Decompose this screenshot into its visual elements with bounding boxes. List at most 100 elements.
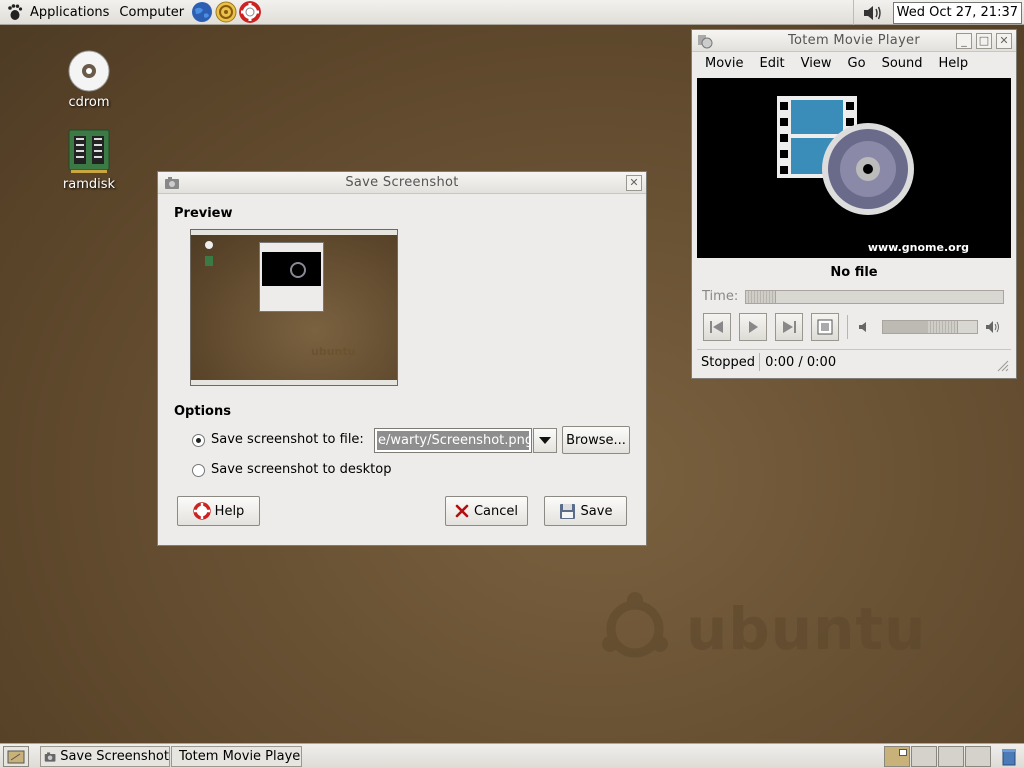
desktop-icon-ramdisk[interactable]: ramdisk [49,128,129,192]
task-totem[interactable]: Totem Movie Player [171,746,302,767]
cancel-button-label: Cancel [473,503,519,519]
workspace-3[interactable] [938,746,964,767]
seek-slider-thumb[interactable] [746,291,776,303]
save-to-desktop-label[interactable]: Save screenshot to desktop [211,462,392,477]
trash-icon [1002,749,1016,766]
workspace-2[interactable] [911,746,937,767]
ubuntu-wordmark: ubuntu [686,595,927,663]
trash-applet[interactable] [998,746,1020,767]
seek-slider[interactable] [745,290,1004,304]
workspace-window-thumbnail [899,749,907,756]
task-save-screenshot[interactable]: Save Screenshot [40,746,170,767]
browse-button-label: Browse... [566,432,626,448]
save-to-file-label[interactable]: Save screenshot to file: [211,432,364,447]
menu-go[interactable]: Go [840,54,874,76]
desktop-icon-label: ramdisk [62,177,116,192]
totem-titlebar[interactable]: Totem Movie Player _ □ ✕ [692,30,1016,52]
play-button[interactable] [739,313,767,341]
preview-video-area [262,252,321,286]
cdrom-icon [68,50,110,92]
task-label: Totem Movie Player [179,749,302,764]
gnome-url-caption: www.gnome.org [867,241,969,254]
previous-chapter-button[interactable] [703,313,731,341]
skip-back-icon [710,321,723,333]
browse-button[interactable]: Browse... [562,426,630,454]
workspace-4[interactable] [965,746,991,767]
preview-cdrom-icon [205,241,213,249]
help-button[interactable]: Help [177,496,260,526]
filename-history-dropdown[interactable] [533,428,557,453]
dialog-titlebar[interactable]: Save Screenshot ✕ [158,172,646,194]
computer-menu[interactable]: Computer [115,0,190,25]
maximize-button[interactable]: □ [976,33,992,49]
show-desktop-icon [7,750,25,763]
volume-applet[interactable] [852,0,893,25]
help-lifebuoy-icon [192,502,211,520]
screenshot-preview: ubuntu [190,229,398,386]
volume-slider[interactable] [882,320,978,334]
ubuntu-circle-of-friends-icon [602,592,668,658]
film-and-disc-logo-icon [777,96,914,215]
clock-applet[interactable]: Wed Oct 27, 21:37 [892,1,1022,24]
now-playing-label: No file [830,265,878,280]
filename-entry[interactable]: e/warty/Screenshot.png [374,428,532,453]
help-lifebuoy-icon[interactable] [239,1,262,23]
close-icon: ✕ [629,176,639,189]
menu-view[interactable]: View [793,54,840,76]
close-button[interactable]: ✕ [996,33,1012,49]
workspace-1[interactable] [884,746,910,767]
applications-menu[interactable]: Applications [0,0,115,25]
task-label: Save Screenshot [60,749,169,764]
video-area[interactable]: www.gnome.org [697,78,1011,258]
camera-icon [44,751,56,762]
toolbar-separator [847,315,848,339]
preview-totem-window [259,242,324,312]
save-button[interactable]: Save [544,496,627,526]
preview-heading: Preview [174,206,233,221]
desktop-icon-label: cdrom [68,95,110,110]
playback-status: Stopped [701,354,756,370]
close-button[interactable]: ✕ [626,175,642,191]
fullscreen-button[interactable] [811,313,839,341]
volume-low-icon [859,322,866,332]
top-panel: Applications Computer Wed Oct 27, 21:37 [0,0,1024,25]
resize-grip-icon[interactable] [995,358,1009,372]
filename-entry-text: e/warty/Screenshot.png [377,431,529,450]
browser-globe-icon[interactable] [191,1,213,23]
save-to-file-radio[interactable] [192,434,205,447]
help-button-label: Help [214,503,245,519]
gnome-foot-icon [8,4,23,20]
menu-movie[interactable]: Movie [697,54,751,76]
save-to-desktop-radio[interactable] [192,464,205,477]
evolution-mail-icon[interactable] [215,1,237,23]
show-desktop-button[interactable] [3,746,29,767]
cancel-x-icon [455,504,469,518]
preview-ramdisk-icon [205,256,213,266]
save-button-label: Save [580,503,613,519]
computer-menu-label: Computer [119,4,185,20]
volume-slider-thumb[interactable] [928,321,958,333]
ramdisk-chip-icon [68,129,110,173]
close-icon: ✕ [999,34,1009,47]
speaker-icon [864,5,881,20]
applications-menu-label: Applications [30,4,110,20]
menu-edit[interactable]: Edit [751,54,792,76]
next-chapter-button[interactable] [775,313,803,341]
cancel-button[interactable]: Cancel [445,496,528,526]
minimize-icon: _ [961,34,967,47]
play-icon [749,321,758,333]
options-heading: Options [174,404,231,419]
bottom-panel: Save Screenshot Totem Movie Player [0,743,1024,768]
menu-help[interactable]: Help [931,54,977,76]
triangle-down-icon [539,436,551,444]
preview-bottom-panel [191,380,397,385]
totem-statusbar: Stopped 0:00 / 0:00 [697,349,1011,374]
skip-forward-icon [783,321,796,333]
totem-menubar: Movie Edit View Go Sound Help [697,54,976,76]
preview-disc-icon [290,262,306,278]
dialog-title: Save Screenshot [345,175,459,190]
minimize-button[interactable]: _ [956,33,972,49]
time-label: Time: [702,289,739,304]
menu-sound[interactable]: Sound [874,54,931,76]
desktop-icon-cdrom[interactable]: cdrom [49,50,129,110]
